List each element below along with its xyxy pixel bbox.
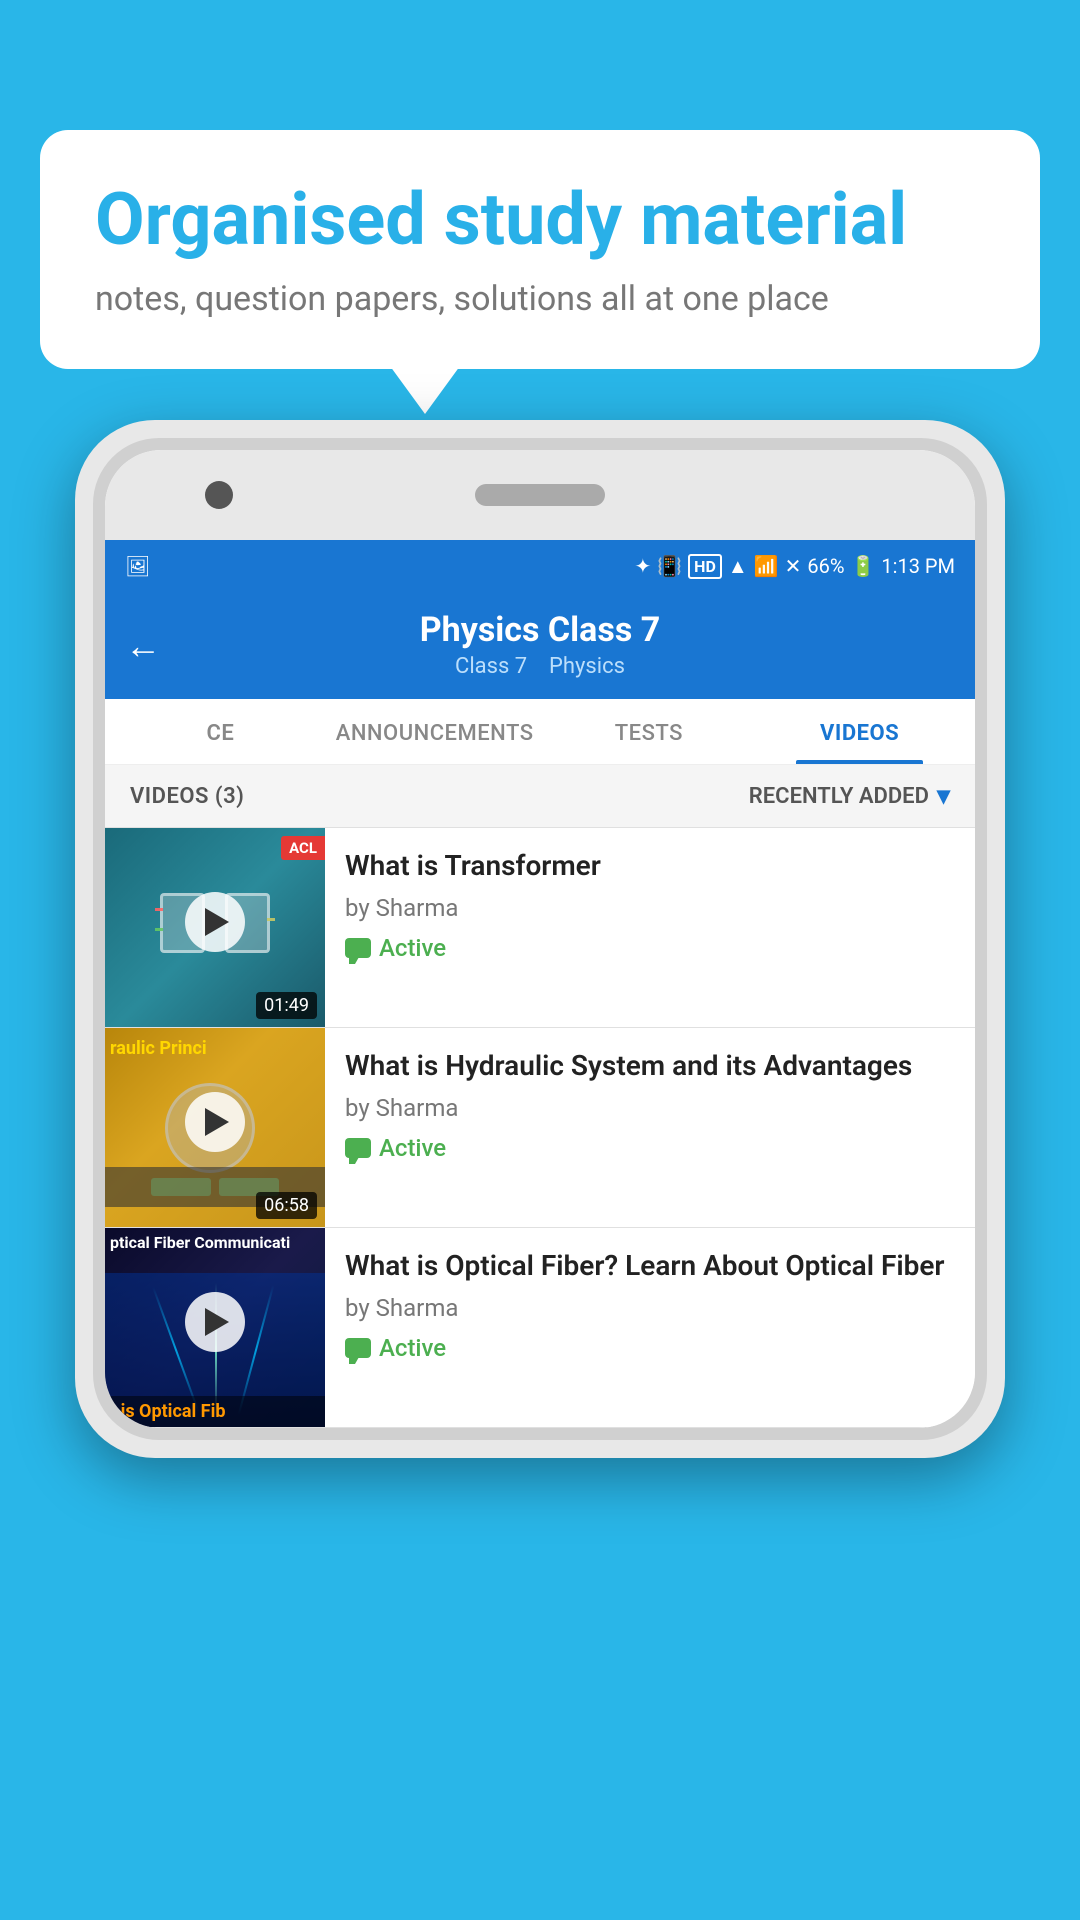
speech-bubble: Organised study material notes, question… [40, 130, 1040, 369]
video-thumbnail-1: ACL 01:49 [105, 828, 325, 1027]
video-author-1: by Sharma [345, 894, 955, 922]
video-author-3: by Sharma [345, 1294, 955, 1322]
video-title-2: What is Hydraulic System and its Advanta… [345, 1048, 955, 1084]
page-breadcrumb: Class 7 Physics [125, 654, 955, 679]
play-button-3[interactable] [185, 1292, 245, 1352]
bubble-title: Organised study material [95, 180, 985, 259]
video-list: ACL 01:49 What is Transformer by Sharma [105, 828, 975, 1428]
tab-announcements[interactable]: ANNOUNCEMENTS [326, 699, 544, 764]
play-triangle-icon [205, 1108, 229, 1136]
camera [205, 481, 233, 509]
phone-outer: 🖼 ✦ 📳 HD ▲ 📶 ✕ 66% 🔋 1:13 PM [75, 420, 1005, 1458]
tab-videos[interactable]: VIDEOS [754, 699, 965, 764]
video-info-3: What is Optical Fiber? Learn About Optic… [325, 1228, 975, 1427]
chevron-down-icon: ▾ [937, 781, 950, 811]
breadcrumb-subject: Physics [549, 654, 625, 679]
video-item[interactable]: raulic Princi 06:58 [105, 1028, 975, 1228]
app-header: ← Physics Class 7 Class 7 Physics [105, 592, 975, 699]
tabs-bar: CE ANNOUNCEMENTS TESTS VIDEOS [105, 699, 975, 765]
chat-icon [345, 938, 371, 958]
status-bar: 🖼 ✦ 📳 HD ▲ 📶 ✕ 66% 🔋 1:13 PM [105, 540, 975, 592]
speech-bubble-container: Organised study material notes, question… [40, 130, 1040, 369]
video-thumbnail-3: ptical Fiber Communicati t is O [105, 1228, 325, 1427]
video-status-3: Active [345, 1334, 955, 1362]
hd-badge: HD [688, 554, 722, 579]
status-left: 🖼 [125, 554, 150, 578]
phone-screen: 🖼 ✦ 📳 HD ▲ 📶 ✕ 66% 🔋 1:13 PM [105, 450, 975, 1428]
back-button[interactable]: ← [125, 625, 161, 667]
bubble-subtitle: notes, question papers, solutions all at… [95, 279, 985, 319]
page-title: Physics Class 7 [125, 610, 955, 650]
phone-mockup: 🖼 ✦ 📳 HD ▲ 📶 ✕ 66% 🔋 1:13 PM [75, 420, 1005, 1920]
video-item[interactable]: ACL 01:49 What is Transformer by Sharma [105, 828, 975, 1028]
acl-badge: ACL [281, 836, 325, 860]
optical-text-1: ptical Fiber Communicati [110, 1233, 290, 1254]
chat-icon [345, 1138, 371, 1158]
tab-tests[interactable]: TESTS [544, 699, 755, 764]
video-thumbnail-2: raulic Princi 06:58 [105, 1028, 325, 1227]
bluetooth-icon: ✦ [635, 554, 652, 578]
tab-ce[interactable]: CE [115, 699, 326, 764]
photo-icon: 🖼 [125, 554, 150, 578]
phone-inner: 🖼 ✦ 📳 HD ▲ 📶 ✕ 66% 🔋 1:13 PM [93, 438, 987, 1440]
video-duration-1: 01:49 [256, 992, 317, 1019]
video-title-1: What is Transformer [345, 848, 955, 884]
wifi-icon: ▲ [728, 554, 748, 579]
video-status-2: Active [345, 1134, 955, 1162]
signal-icon: 📶 [754, 554, 779, 578]
video-info-2: What is Hydraulic System and its Advanta… [325, 1028, 975, 1227]
status-right: ✦ 📳 HD ▲ 📶 ✕ 66% 🔋 1:13 PM [635, 554, 956, 579]
video-title-3: What is Optical Fiber? Learn About Optic… [345, 1248, 955, 1284]
play-triangle-icon [205, 1308, 229, 1336]
video-info-1: What is Transformer by Sharma Active [325, 828, 975, 1027]
sort-selector[interactable]: RECENTLY ADDED ▾ [749, 781, 950, 811]
video-item[interactable]: ptical Fiber Communicati t is O [105, 1228, 975, 1428]
sort-label-text: RECENTLY ADDED [749, 784, 929, 809]
phone-top-bar [105, 450, 975, 540]
filter-bar: VIDEOS (3) RECENTLY ADDED ▾ [105, 765, 975, 828]
active-label-3: Active [379, 1334, 446, 1362]
videos-count: VIDEOS (3) [130, 784, 244, 809]
play-button-1[interactable] [185, 892, 245, 952]
video-author-2: by Sharma [345, 1094, 955, 1122]
no-sim-icon: ✕ [785, 554, 802, 578]
play-triangle-icon [205, 908, 229, 936]
battery-percent: 66% [807, 554, 844, 578]
active-label-2: Active [379, 1134, 446, 1162]
optical-text-2: t is Optical Fib [110, 1401, 225, 1422]
speaker [475, 484, 605, 506]
breadcrumb-class: Class 7 [455, 654, 527, 679]
active-label-1: Active [379, 934, 446, 962]
vibrate-icon: 📳 [657, 554, 682, 578]
chat-icon [345, 1338, 371, 1358]
video-status-1: Active [345, 934, 955, 962]
battery-icon: 🔋 [850, 554, 875, 578]
clock: 1:13 PM [881, 554, 955, 578]
thumbnail-text-2: raulic Princi [110, 1038, 320, 1060]
play-button-2[interactable] [185, 1092, 245, 1152]
video-duration-2: 06:58 [256, 1192, 317, 1219]
